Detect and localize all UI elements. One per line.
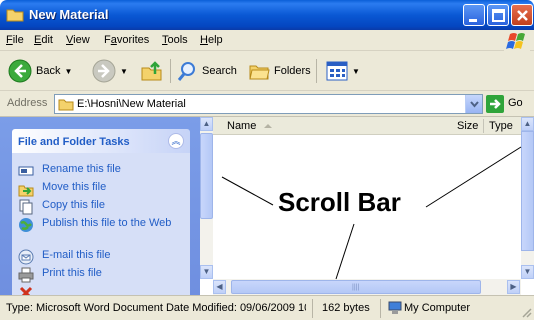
- status-size: 162 bytes: [322, 302, 370, 314]
- status-separator: [312, 299, 313, 318]
- status-bar: Type: Microsoft Word Document Date Modif…: [0, 295, 534, 320]
- computer-icon: [388, 301, 402, 314]
- status-details: Type: Microsoft Word Document Date Modif…: [6, 302, 306, 314]
- resize-grip-icon[interactable]: [520, 306, 532, 318]
- status-separator: [380, 299, 381, 318]
- annotation-pointer-lines: [221, 146, 522, 280]
- status-location: My Computer: [404, 302, 471, 314]
- scroll-bar-annotation: Scroll Bar: [278, 187, 401, 217]
